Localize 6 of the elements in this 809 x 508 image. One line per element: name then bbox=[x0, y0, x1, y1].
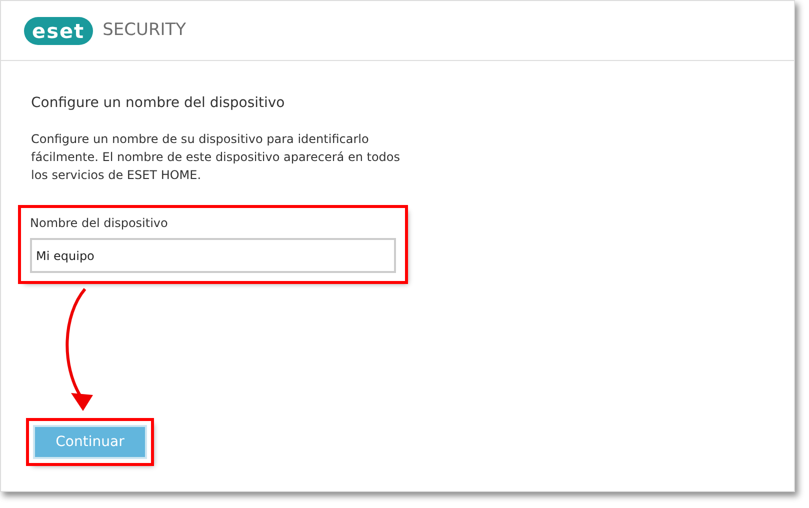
description-text: Configure un nombre de su dispositivo para identificarlo fácilmente. El nombre de este dispositivo aparecerá en todos los servicios de ESET HOME. bbox=[31, 131, 401, 184]
logo: eset bbox=[24, 16, 93, 44]
device-name-field[interactable]: Mi equipo bbox=[30, 238, 396, 273]
product-name: SECURITY bbox=[102, 18, 186, 42]
page-heading: Configure un nombre del dispositivo bbox=[31, 94, 286, 113]
field-label: Nombre del dispositivo bbox=[30, 215, 169, 232]
